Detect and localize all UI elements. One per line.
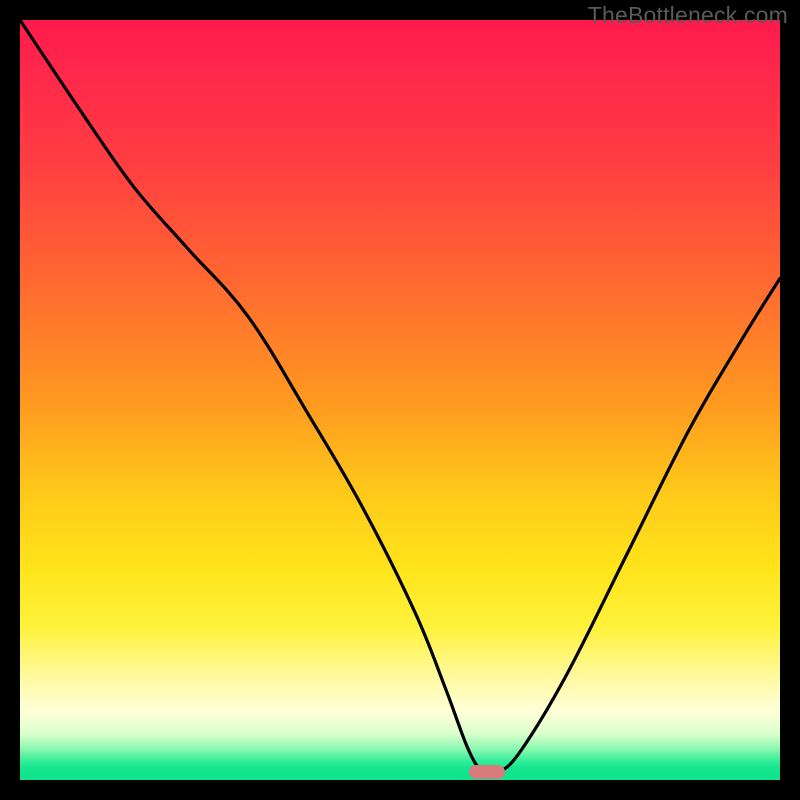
bottleneck-curve bbox=[20, 20, 780, 780]
plot-area bbox=[20, 20, 780, 780]
optimal-marker bbox=[469, 765, 505, 779]
watermark-text: TheBottleneck.com bbox=[588, 2, 788, 29]
bottleneck-chart: TheBottleneck.com bbox=[0, 0, 800, 800]
curve-path bbox=[20, 20, 780, 775]
